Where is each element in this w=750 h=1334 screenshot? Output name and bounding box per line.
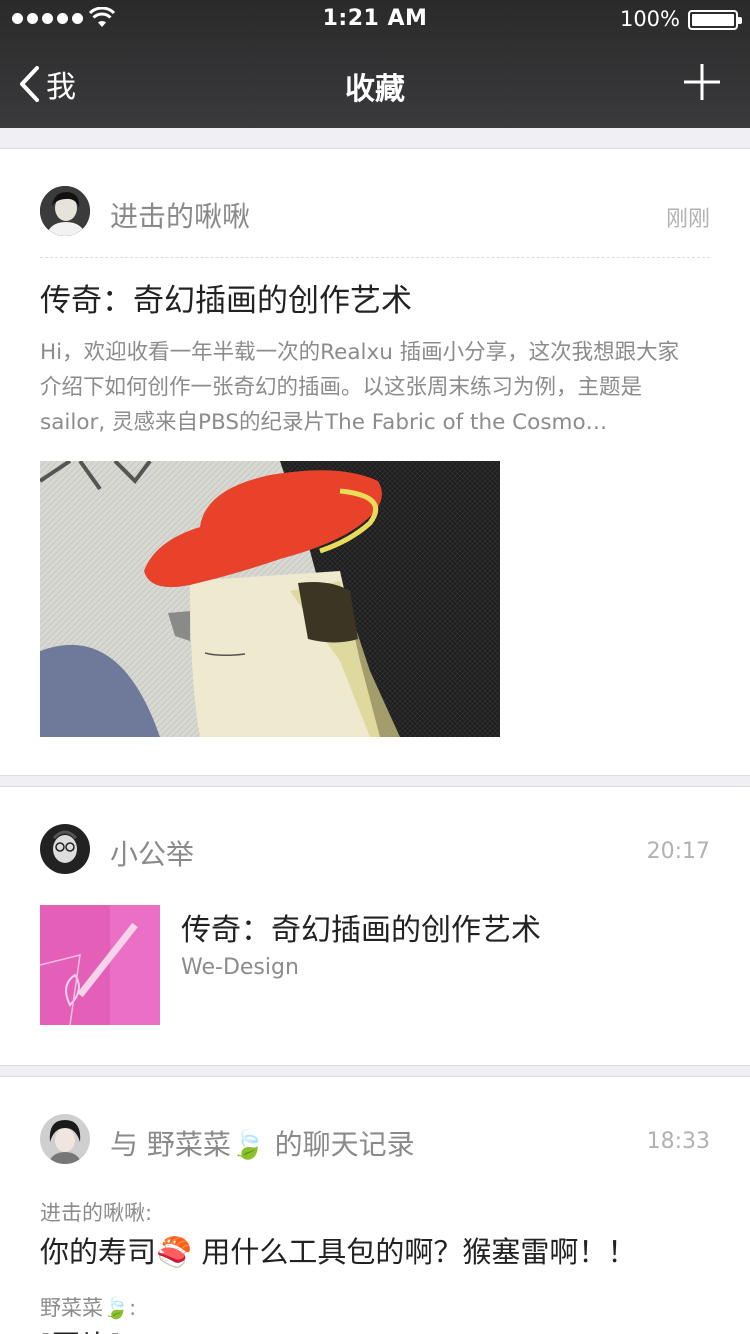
favorite-item-chat[interactable]: 与 野菜菜🍃 的聊天记录 18:33 进击的啾啾: 你的寿司🍣 用什么工具包的啊… [0,1076,750,1334]
chat-title: 与 野菜菜🍃 的聊天记录 [110,1128,415,1161]
add-icon[interactable] [682,62,722,102]
article-illustration [40,461,500,737]
author-name: 小公举 [110,838,195,871]
favorite-item-link[interactable]: 小公举 20:17 传奇：奇幻插画的创作艺术 We-Design [0,786,750,1066]
top-bar: 1:21 AM 100% 我 收藏 [0,0,750,128]
chat-message: [图片] [40,1323,121,1334]
article-summary: Hi，欢迎收看一年半载一次的Realxu 插画小分享，这次我想跟大家介绍下如何创… [40,340,680,435]
favorites-screen: 1:21 AM 100% 我 收藏 进击的啾啾 刚刚 传奇：奇幻插画的创作艺术 … [0,0,750,1334]
chat-sender: 野菜菜🍃: [40,1296,137,1320]
status-bar: 1:21 AM 100% [0,0,750,40]
avatar [40,824,90,874]
avatar [40,1114,90,1164]
avatar [40,186,90,236]
chat-sender: 进击的啾啾: [40,1201,153,1225]
timestamp: 18:33 [646,1129,710,1154]
battery-icon [688,10,742,30]
divider [40,257,710,258]
article-title: 传奇：奇幻插画的创作艺术 [40,283,412,319]
page-title: 收藏 [345,72,405,107]
favorite-item-article[interactable]: 进击的啾啾 刚刚 传奇：奇幻插画的创作艺术 Hi，欢迎收看一年半载一次的Real… [0,148,750,776]
author-name: 进击的啾啾 [110,200,251,233]
chat-message: 你的寿司🍣 用什么工具包的啊？猴塞雷啊！！ [40,1235,637,1269]
timestamp: 20:17 [646,839,710,864]
battery-percent: 100% [619,7,680,31]
timestamp: 刚刚 [665,207,710,232]
link-thumbnail [40,905,160,1025]
navigation-bar: 我 收藏 [0,40,750,128]
link-source: We-Design [181,955,299,980]
link-title: 传奇：奇幻插画的创作艺术 [181,913,541,948]
